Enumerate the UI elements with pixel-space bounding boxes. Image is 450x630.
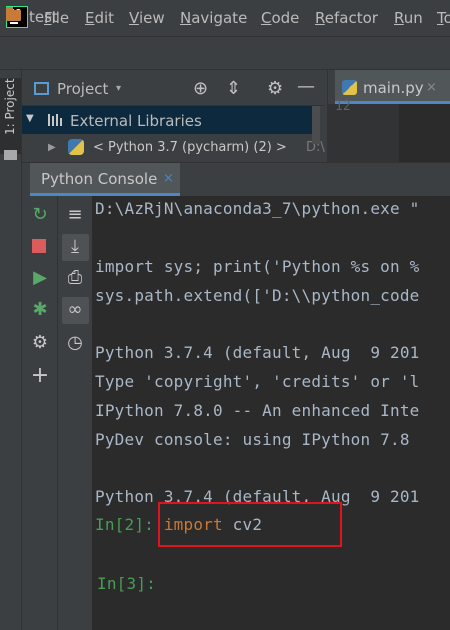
console-line: D:\AzRjN\anaconda3_7\python.exe " [95,199,420,218]
tree-item-label: External Libraries [70,112,202,130]
gear-icon[interactable]: ⚙ [267,78,283,99]
project-view-icon [34,82,49,95]
glasses-icon[interactable]: ∞ [63,301,87,319]
chevron-down-icon[interactable]: ▾ [116,83,121,94]
crosshair-icon[interactable]: ⊕ [193,78,208,99]
soft-wrap-icon[interactable]: ≡ [63,206,87,224]
scrollbar[interactable] [312,106,320,144]
hide-icon[interactable]: — [297,76,315,97]
tree-item-label[interactable]: < Python 3.7 (pycharm) (2) > [93,140,287,155]
line-number: 12 [335,99,351,114]
console-line: IPython 7.8.0 -- An enhanced Inte [95,401,420,420]
menu-refactor[interactable]: Refactor [315,9,378,27]
navigation-bar [0,36,450,70]
menu-view[interactable]: View [129,9,165,27]
close-icon[interactable]: × [163,171,174,186]
folder-icon [4,150,17,160]
menu-navigate[interactable]: Navigate [180,9,247,27]
menu-code[interactable]: Code [261,9,299,27]
menu-run[interactable]: Run [394,9,423,27]
console-line: sys.path.extend(['D:\\python_code [95,286,420,305]
console-toolbar-secondary [58,196,93,630]
settings-icon[interactable]: ⚙ [28,334,52,352]
console-line: import sys; print('Python %s on % [95,257,420,276]
project-panel-title[interactable]: Project [57,80,108,98]
tab-label: main.py [363,79,424,97]
scroll-to-end-icon[interactable]: ⤓ [63,238,87,256]
console-toolbar [22,196,58,630]
console-line: Python 3.7.4 (default, Aug 9 201 [95,343,420,362]
menu-tools[interactable]: To [437,9,450,27]
debug-icon[interactable]: ✱ [28,301,52,319]
library-icon [48,114,64,126]
folder-icon [6,7,21,21]
highlight-annotation-box [158,502,342,547]
stop-icon[interactable] [32,239,46,253]
collapsed-arrow-icon[interactable]: ▶ [48,142,56,153]
python-file-icon [342,80,357,95]
history-clock-icon[interactable]: ◷ [63,334,87,352]
left-tool-strip-bottom [0,170,22,630]
rerun-icon[interactable]: ↻ [28,206,52,224]
run-icon[interactable]: ▶ [28,269,52,287]
tab-label: Python Console [41,170,158,188]
close-icon[interactable]: × [426,80,437,95]
menu-edit[interactable]: Edit [85,9,114,27]
collapse-icon[interactable]: ⇕ [226,78,241,99]
breadcrumb-project[interactable]: test [29,8,58,26]
next-input-prompt[interactable]: In[3]: [97,574,156,593]
console-line: PyDev console: using IPython 7.8 [95,430,410,449]
console-line: Type 'copyright', 'credits' or 'l [95,372,420,391]
project-tool-label: 1: Project [3,78,17,135]
expand-arrow-icon[interactable]: ▼ [26,113,34,124]
print-icon[interactable]: ⎙ [63,269,87,287]
add-icon[interactable]: + [28,365,52,387]
input-prompt: In[2]: [95,515,154,534]
python-icon [68,139,84,155]
